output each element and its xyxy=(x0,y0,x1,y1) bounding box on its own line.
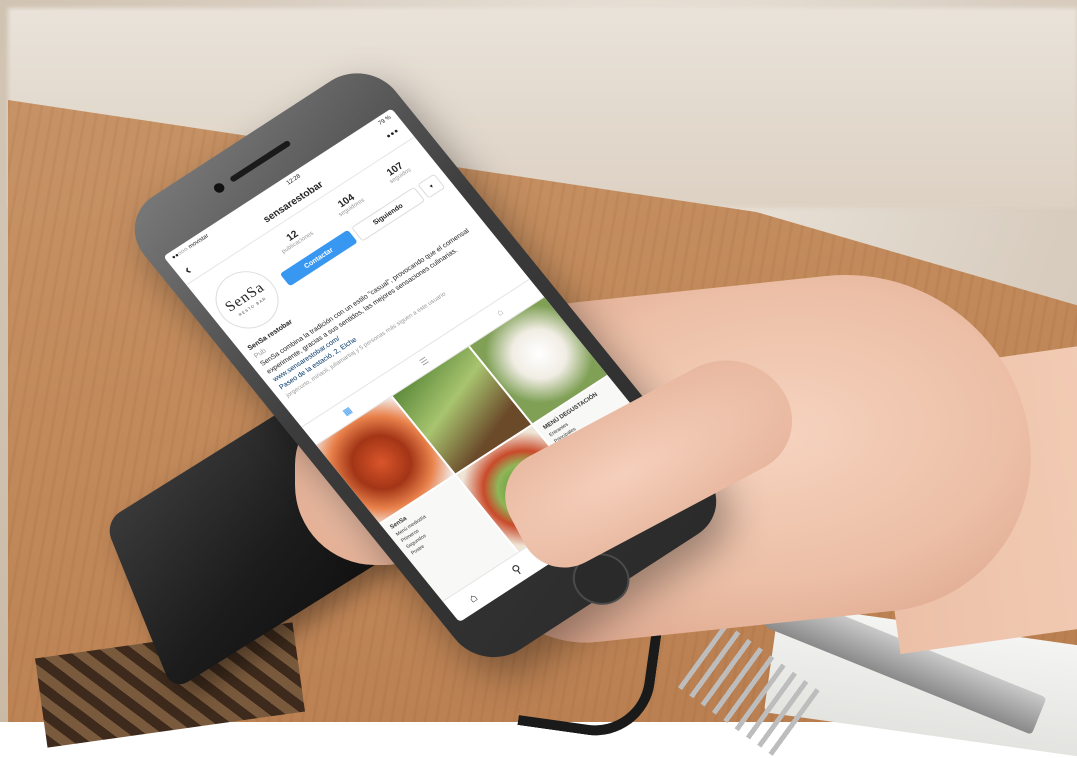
front-camera xyxy=(211,181,227,195)
photo-scene: ●●○○○ movistar 12:28 79 % ‹ sensarestoba… xyxy=(0,0,1077,758)
earpiece-speaker xyxy=(229,139,292,183)
search-icon[interactable]: ⚲ xyxy=(509,562,525,578)
stat-posts[interactable]: 12 publicaciones xyxy=(274,222,315,255)
tag-icon[interactable]: ⌂ xyxy=(494,307,505,318)
grid-icon[interactable]: ▦ xyxy=(340,405,354,418)
more-dots-icon[interactable]: ••• xyxy=(384,126,402,142)
list-icon[interactable]: ☰ xyxy=(417,355,431,368)
stat-followers[interactable]: 104 seguidores xyxy=(331,189,366,218)
home-icon[interactable]: ⌂ xyxy=(465,591,480,606)
stat-following[interactable]: 107 seguidos xyxy=(382,159,413,185)
chevron-left-icon[interactable]: ‹ xyxy=(180,262,194,277)
caret-down-icon[interactable]: ▾ xyxy=(417,173,446,199)
